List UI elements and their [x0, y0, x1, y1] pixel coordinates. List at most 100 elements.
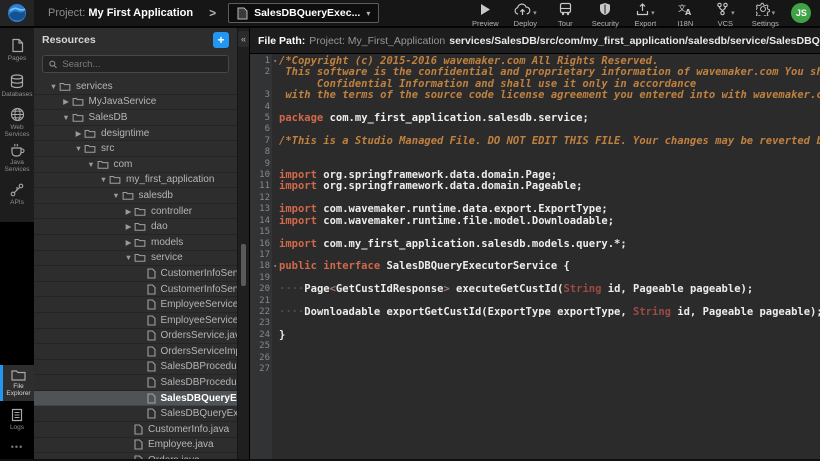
- tree-item-src[interactable]: ▼src: [34, 141, 237, 157]
- open-file-tab[interactable]: SalesDBQueryExec... ▾: [228, 3, 379, 23]
- more-options-icon[interactable]: •••: [0, 437, 34, 457]
- chevron-down-icon[interactable]: ▼: [61, 113, 72, 122]
- collapse-panel-icon[interactable]: «: [238, 31, 249, 47]
- code-line-26[interactable]: 26: [250, 353, 820, 364]
- tour-button[interactable]: Tour: [545, 0, 585, 28]
- project-label: Project:: [48, 7, 85, 19]
- tree-item-orders-java[interactable]: Orders.java: [34, 453, 237, 459]
- chevron-right-icon[interactable]: ▶: [123, 222, 134, 231]
- rail-item-apis[interactable]: APIs: [0, 176, 34, 212]
- tree-scrollbar[interactable]: [241, 244, 246, 286]
- tree-item-myjavaservice[interactable]: ▶MyJavaService: [34, 95, 237, 111]
- code-line-18[interactable]: 18▾public interface SalesDBQueryExecutor…: [250, 261, 820, 272]
- code-text: [272, 341, 285, 352]
- code-line-16[interactable]: 16import com.my_first_application.salesd…: [250, 239, 820, 250]
- line-number: 15: [250, 227, 272, 238]
- code-line-20[interactable]: 20····Page<GetCustIdResponse> executeGet…: [250, 284, 820, 295]
- tree-item-customerinfoserviceimpl-java[interactable]: CustomerInfoServiceImpl.java: [34, 282, 237, 298]
- tree-item-employeeservice-java[interactable]: EmployeeService.java: [34, 297, 237, 313]
- tree-item-designtime[interactable]: ▶designtime: [34, 126, 237, 142]
- tree-item-my-first-application[interactable]: ▼my_first_application: [34, 173, 237, 189]
- rail-item-label: Java Services: [0, 159, 34, 173]
- vcs-button[interactable]: ▾ VCS: [705, 0, 745, 28]
- project-name[interactable]: My First Application: [88, 7, 193, 19]
- rail-item-file-explorer[interactable]: File Explorer: [0, 365, 34, 401]
- tree-file-icon: [147, 284, 156, 295]
- chevron-right-icon[interactable]: ▶: [61, 97, 72, 106]
- i18n-button[interactable]: 文A I18N: [665, 0, 705, 28]
- tree-item-services[interactable]: ▼services: [34, 79, 237, 95]
- fold-marker-icon[interactable]: ▾: [273, 261, 277, 272]
- coffee-icon: [10, 143, 25, 157]
- code-line-2[interactable]: 2 This software is the confidential and …: [250, 67, 820, 90]
- deploy-button[interactable]: ▾ Deploy: [505, 0, 545, 28]
- tree-item-salesdb[interactable]: ▼SalesDB: [34, 110, 237, 126]
- code-line-14[interactable]: 14import com.wavemaker.runtime.file.mode…: [250, 216, 820, 227]
- chevron-right-icon[interactable]: ▶: [123, 207, 134, 216]
- tree-item-salesdbqueryexecutorservice-java[interactable]: SalesDBQueryExecutorService.java: [34, 391, 237, 407]
- chevron-down-icon[interactable]: ▼: [73, 144, 84, 153]
- security-button[interactable]: Security: [585, 0, 625, 28]
- code-line-25[interactable]: 25: [250, 341, 820, 352]
- chevron-down-icon[interactable]: ▼: [86, 160, 97, 169]
- chevron-right-icon[interactable]: ▶: [123, 238, 134, 247]
- rail-item-pages[interactable]: Pages: [0, 32, 34, 68]
- code-line-3[interactable]: 3 with the terms of the source code lice…: [250, 90, 820, 101]
- search-icon: [49, 60, 57, 69]
- chevron-down-icon[interactable]: ▼: [123, 253, 134, 262]
- user-avatar[interactable]: JS: [791, 3, 811, 23]
- rail-item-databases[interactable]: Databases: [0, 68, 34, 104]
- tree-item-employee-java[interactable]: Employee.java: [34, 438, 237, 454]
- tree-item-models[interactable]: ▶models: [34, 235, 237, 251]
- code-line-27[interactable]: 27: [250, 364, 820, 375]
- tree-item-label: SalesDBProcedureExecutorService.java: [161, 361, 238, 372]
- code-line-7[interactable]: 7/*This is a Studio Managed File. DO NOT…: [250, 136, 820, 147]
- file-path-value: services/SalesDB/src/com/my_first_applic…: [449, 35, 820, 47]
- code-line-8[interactable]: 8: [250, 147, 820, 158]
- tab-caret-icon[interactable]: ▾: [366, 9, 370, 18]
- code-line-23[interactable]: 23: [250, 318, 820, 329]
- tree-item-dao[interactable]: ▶dao: [34, 219, 237, 235]
- project-breadcrumb: Project: My First Application: [48, 7, 193, 19]
- add-resource-button[interactable]: +: [213, 32, 229, 48]
- code-text: ····Page<GetCustIdResponse> executeGetCu…: [272, 284, 753, 295]
- tree-item-salesdbprocedureexecutorserviceimpl-java[interactable]: SalesDBProcedureExecutorServiceImpl.java: [34, 375, 237, 391]
- rail-item-logs[interactable]: Logs: [0, 401, 34, 437]
- tree-item-customerinfo-java[interactable]: CustomerInfo.java: [34, 422, 237, 438]
- rail-item-web-services[interactable]: Web Services: [0, 104, 34, 140]
- code-line-22[interactable]: 22····Downloadable exportGetCustId(Expor…: [250, 307, 820, 318]
- chevron-down-icon[interactable]: ▼: [98, 175, 109, 184]
- action-label: Settings: [752, 19, 779, 28]
- rail-item-java-services[interactable]: Java Services: [0, 140, 34, 176]
- tree-item-com[interactable]: ▼com: [34, 157, 237, 173]
- tree-item-controller[interactable]: ▶controller: [34, 204, 237, 220]
- tree-file-icon: [134, 424, 143, 435]
- tree-item-employeeserviceimpl-java[interactable]: EmployeeServiceImpl.java: [34, 313, 237, 329]
- fold-marker-icon[interactable]: ▾: [273, 56, 277, 67]
- preview-button[interactable]: Preview: [465, 0, 505, 28]
- settings-button[interactable]: ▾ Settings: [745, 0, 785, 28]
- tree-item-ordersserviceimpl-java[interactable]: OrdersServiceImpl.java: [34, 344, 237, 360]
- tree-item-service[interactable]: ▼service: [34, 251, 237, 267]
- search-input[interactable]: [62, 59, 222, 70]
- file-icon: [237, 7, 248, 20]
- code-line-24[interactable]: 24}: [250, 330, 820, 341]
- tree-item-salesdbqueryexecutorserviceimpl-java[interactable]: SalesDBQueryExecutorServiceImpl.java: [34, 406, 237, 422]
- wavemaker-logo[interactable]: [0, 0, 34, 26]
- tree-item-salesdb[interactable]: ▼salesdb: [34, 188, 237, 204]
- chevron-down-icon[interactable]: ▼: [48, 82, 59, 91]
- code-line-5[interactable]: 5package com.my_first_application.salesd…: [250, 113, 820, 124]
- file-path-label: File Path:: [258, 35, 305, 47]
- topbar-actions-right: Security▾ Export文A I18N▾ VCS▾ Settings: [585, 0, 785, 28]
- code-line-11[interactable]: 11import org.springframework.data.domain…: [250, 181, 820, 192]
- code-editor[interactable]: 1▾/*Copyright (c) 2015-2016 wavemaker.co…: [250, 54, 820, 459]
- tree-item-ordersservice-java[interactable]: OrdersService.java: [34, 329, 237, 345]
- tree-item-customerinfoservice-java[interactable]: CustomerInfoService.java: [34, 266, 237, 282]
- chevron-right-icon[interactable]: ▶: [73, 129, 84, 138]
- export-button[interactable]: ▾ Export: [625, 0, 665, 28]
- chevron-down-icon[interactable]: ▼: [111, 191, 122, 200]
- tree-item-salesdbprocedureexecutorservice-java[interactable]: SalesDBProcedureExecutorService.java: [34, 360, 237, 376]
- action-label: Export: [635, 19, 657, 28]
- code-text: /*This is a Studio Managed File. DO NOT …: [272, 136, 820, 147]
- line-number: 5: [250, 113, 272, 124]
